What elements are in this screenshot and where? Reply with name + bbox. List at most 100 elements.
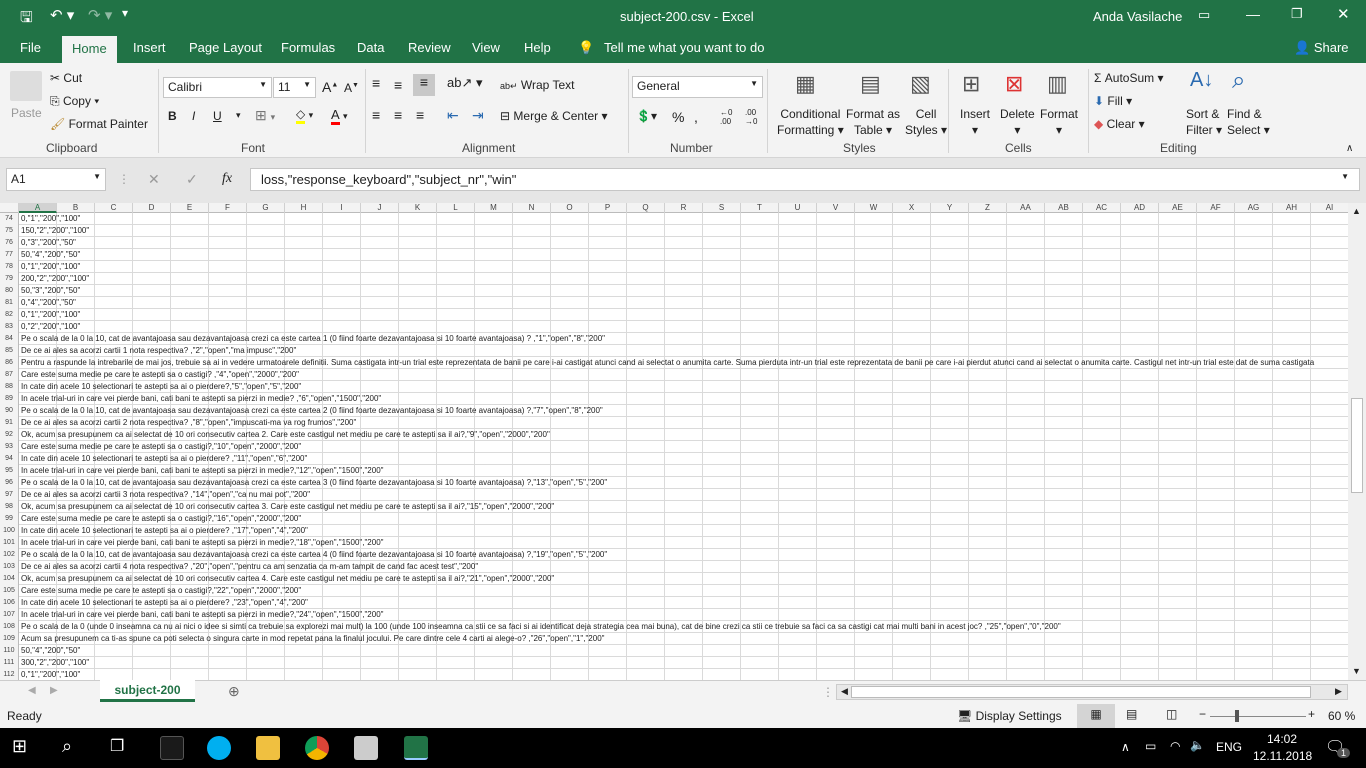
paste-button[interactable]: Paste xyxy=(11,106,42,120)
skype-icon[interactable] xyxy=(207,736,231,760)
row-header[interactable]: 85 xyxy=(0,345,19,357)
page-layout-view-icon[interactable]: ▤ xyxy=(1126,707,1137,721)
row-header[interactable]: 80 xyxy=(0,285,19,297)
cell-a[interactable]: 50,"3","200","50" xyxy=(21,285,80,296)
windows-start-icon[interactable]: ⊞ xyxy=(12,736,27,757)
tab-home[interactable]: Home xyxy=(62,36,117,64)
find-select-button[interactable]: Find & Select ▾ xyxy=(1227,106,1270,138)
cell-a[interactable]: Care este suma medie pe care te astepti … xyxy=(21,585,301,596)
cell-a[interactable]: 0,"3","200","50" xyxy=(21,237,76,248)
tab-insert[interactable]: Insert xyxy=(133,40,166,55)
row-header[interactable]: 102 xyxy=(0,549,19,561)
undo-icon[interactable]: ↶ ▾ xyxy=(50,6,74,24)
row-header[interactable]: 77 xyxy=(0,249,19,261)
row-header[interactable]: 111 xyxy=(0,657,19,669)
column-header-O[interactable]: O xyxy=(551,203,589,213)
column-header-G[interactable]: G xyxy=(247,203,285,213)
cell-grid[interactable]: 74 0,"1","200","100" 75 150,"2","200","100"… xyxy=(0,213,1348,680)
row-header[interactable]: 88 xyxy=(0,381,19,393)
insert-cells-button[interactable]: Insert ▾ xyxy=(960,106,990,138)
next-sheet-icon[interactable]: ▶ xyxy=(50,685,58,696)
column-header-L[interactable]: L xyxy=(437,203,475,213)
format-as-table-button[interactable]: Format as Table ▾ xyxy=(846,106,900,138)
cell-a[interactable]: De ce ai ales sa acorzi cartii 4 nota re… xyxy=(21,561,478,572)
delete-cells-button[interactable]: Delete ▾ xyxy=(1000,106,1035,138)
row-header[interactable]: 112 xyxy=(0,669,19,680)
row-header[interactable]: 104 xyxy=(0,573,19,585)
row-header[interactable]: 107 xyxy=(0,609,19,621)
row-header[interactable]: 105 xyxy=(0,585,19,597)
cell-a[interactable]: Care este suma medie pe care te astepti … xyxy=(21,513,301,524)
chrome-icon[interactable] xyxy=(305,736,329,760)
row-header[interactable]: 75 xyxy=(0,225,19,237)
scroll-up-icon[interactable]: ▲ xyxy=(1352,206,1361,216)
paste-icon[interactable] xyxy=(10,71,42,101)
add-sheet-icon[interactable]: ⊕ xyxy=(228,683,240,700)
column-header-AG[interactable]: AG xyxy=(1235,203,1273,213)
battery-icon[interactable]: ▭ xyxy=(1145,739,1156,753)
cell-a[interactable]: Pe o scala de la 0 (unde 0 inseamna ca n… xyxy=(21,621,1061,632)
row-header[interactable]: 91 xyxy=(0,417,19,429)
row-header[interactable]: 92 xyxy=(0,429,19,441)
page-break-view-icon[interactable]: ◫ xyxy=(1166,707,1177,721)
tab-help[interactable]: Help xyxy=(524,40,551,55)
cell-a[interactable]: 0,"1","200","100" xyxy=(21,669,80,680)
cell-a[interactable]: 0,"1","200","100" xyxy=(21,213,80,224)
formula-input[interactable]: loss,"response_keyboard","subject_nr","w… xyxy=(250,168,1360,191)
row-header[interactable]: 94 xyxy=(0,453,19,465)
column-header-A[interactable]: A xyxy=(19,203,57,213)
column-header-X[interactable]: X xyxy=(893,203,931,213)
cell-a[interactable]: 0,"2","200","100" xyxy=(21,321,80,332)
row-header[interactable]: 76 xyxy=(0,237,19,249)
display-settings-button[interactable]: 🖥 Display Settings xyxy=(957,709,1062,723)
minimize-icon[interactable]: — xyxy=(1246,6,1260,22)
cell-a[interactable]: In acele trial-uri in care vei pierde ba… xyxy=(21,609,383,620)
ribbon-display-icon[interactable]: ▭ xyxy=(1198,7,1210,23)
format-painter-button[interactable]: 🖌 Format Painter xyxy=(50,117,148,131)
scroll-left-icon[interactable]: ◀ xyxy=(841,686,848,697)
sheet-tab-subject-200[interactable]: subject-200 xyxy=(100,680,195,702)
cell-a[interactable]: Care este suma medie pe care te astepti … xyxy=(21,441,301,452)
column-header-F[interactable]: F xyxy=(209,203,247,213)
column-header-K[interactable]: K xyxy=(399,203,437,213)
increase-indent-icon[interactable]: ⇥ xyxy=(472,107,484,124)
row-header[interactable]: 109 xyxy=(0,633,19,645)
middle-align-icon[interactable]: ≡ xyxy=(394,77,402,93)
row-header[interactable]: 93 xyxy=(0,441,19,453)
column-header-AF[interactable]: AF xyxy=(1197,203,1235,213)
cell-a[interactable]: De ce ai ales sa acorzi cartii 3 nota re… xyxy=(21,489,310,500)
zoom-slider[interactable] xyxy=(1210,716,1306,717)
user-name[interactable]: Anda Vasilache xyxy=(1093,9,1182,24)
row-header[interactable]: 90 xyxy=(0,405,19,417)
column-header-AI[interactable]: AI xyxy=(1311,203,1349,213)
scroll-right-icon[interactable]: ▶ xyxy=(1335,686,1342,697)
file-explorer-icon[interactable] xyxy=(256,736,280,760)
zoom-level[interactable]: 60 % xyxy=(1328,709,1355,723)
format-cells-button[interactable]: Format ▾ xyxy=(1040,106,1078,138)
underline-dropdown-icon[interactable]: ▾ xyxy=(236,110,241,121)
row-header[interactable]: 101 xyxy=(0,537,19,549)
row-header[interactable]: 98 xyxy=(0,501,19,513)
prev-sheet-icon[interactable]: ◀ xyxy=(28,685,36,696)
column-header-AE[interactable]: AE xyxy=(1159,203,1197,213)
name-box[interactable]: A1 ▼ xyxy=(6,168,106,191)
cell-a[interactable]: In acele trial-uri in care vei pierde ba… xyxy=(21,537,383,548)
decrease-font-icon[interactable]: A▼ xyxy=(344,81,359,95)
column-header-AC[interactable]: AC xyxy=(1083,203,1121,213)
cell-a[interactable]: De ce ai ales sa acorzi cartii 1 nota re… xyxy=(21,345,296,356)
autosum-button[interactable]: Σ AutoSum ▾ xyxy=(1094,71,1163,85)
row-header[interactable]: 74 xyxy=(0,213,19,225)
fill-color-button[interactable]: ◇ ▾ xyxy=(296,107,313,124)
collapse-ribbon-icon[interactable]: ∧ xyxy=(1346,143,1353,154)
column-header-C[interactable]: C xyxy=(95,203,133,213)
show-hidden-icons[interactable]: ∧ xyxy=(1121,740,1130,754)
close-icon[interactable]: ✕ xyxy=(1337,5,1350,23)
column-header-AD[interactable]: AD xyxy=(1121,203,1159,213)
cell-styles-button[interactable]: Cell Styles ▾ xyxy=(905,106,947,138)
cell-a[interactable]: In cate din acele 10 selectionari te ast… xyxy=(21,525,308,536)
clear-button[interactable]: ◆ Clear ▾ xyxy=(1094,117,1145,131)
orientation-icon[interactable]: ab↗ ▾ xyxy=(447,75,483,91)
share-button[interactable]: 👤 Share xyxy=(1294,40,1349,56)
column-header-J[interactable]: J xyxy=(361,203,399,213)
cell-a[interactable]: Acum sa presupunem ca ti-as spune ca pot… xyxy=(21,633,605,644)
